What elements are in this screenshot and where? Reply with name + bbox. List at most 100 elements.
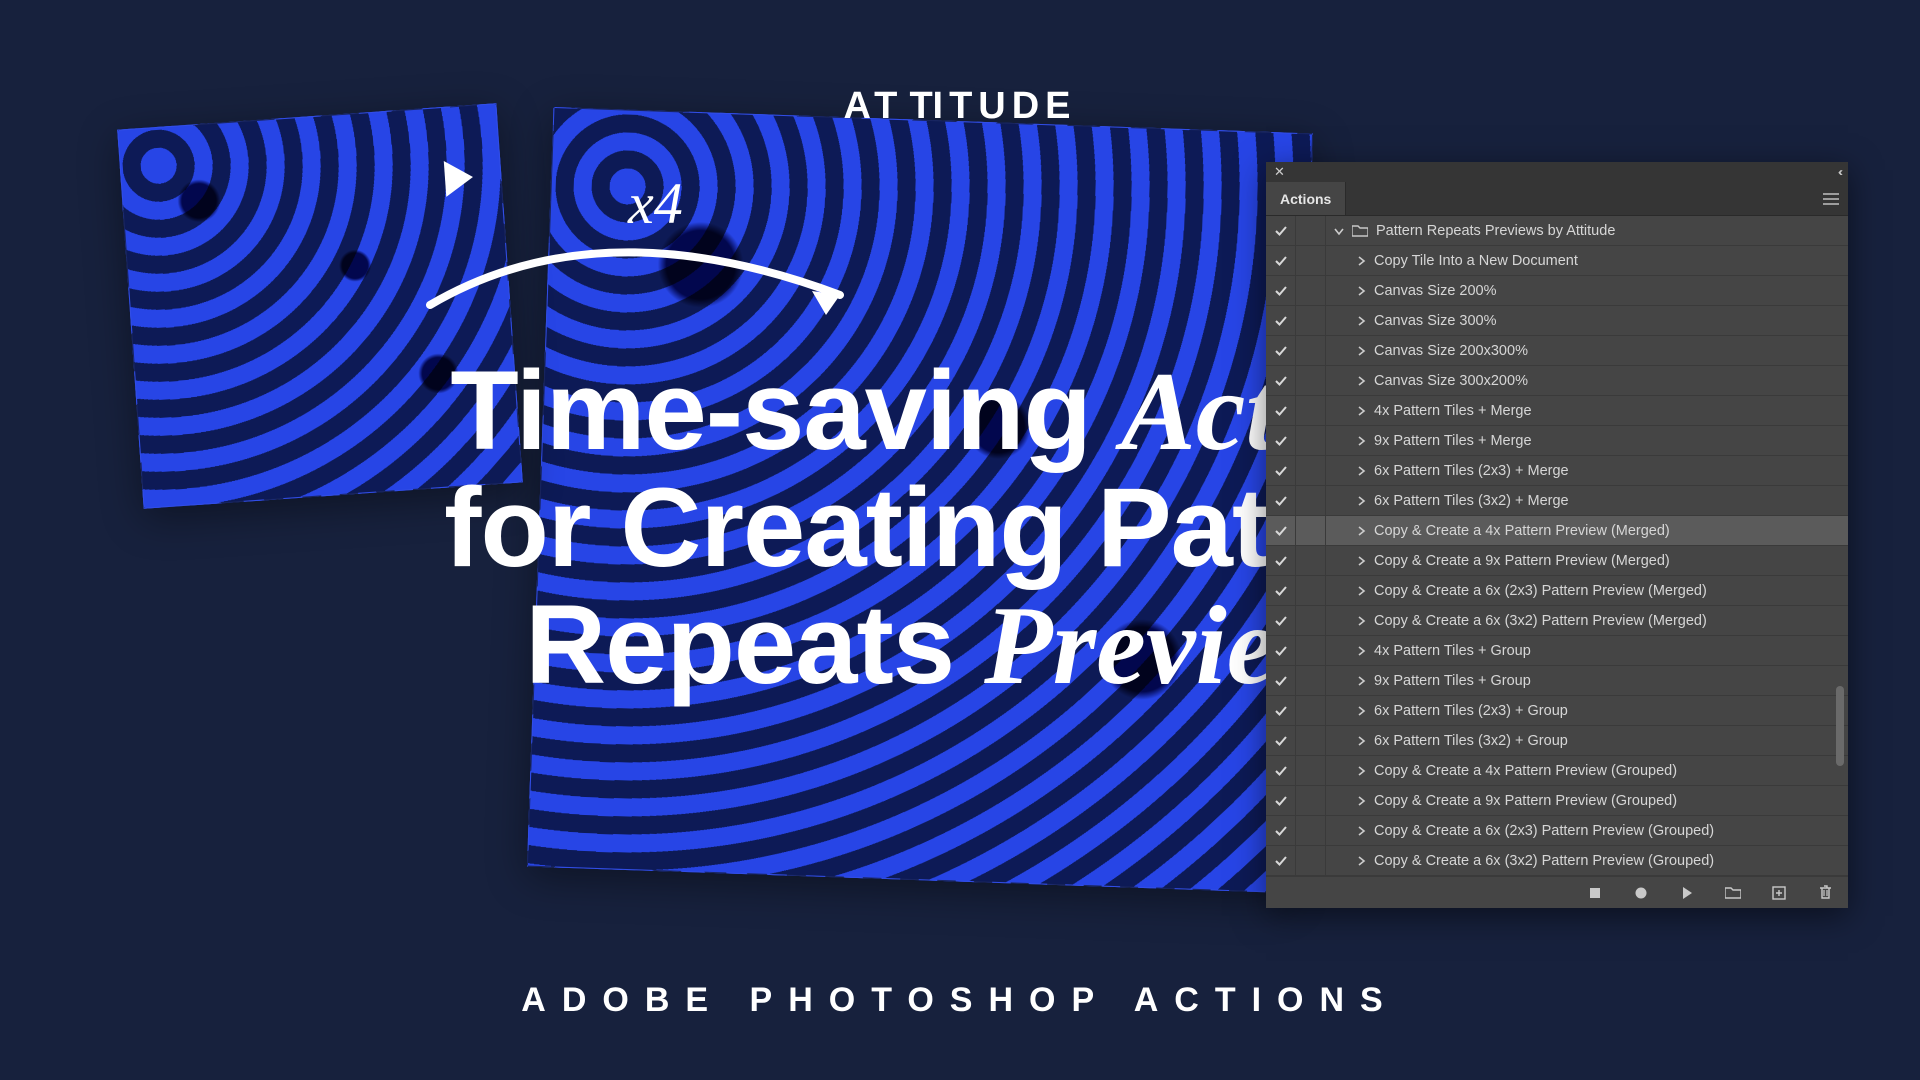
toggle-dialog[interactable]	[1296, 486, 1326, 515]
toggle-check[interactable]	[1266, 846, 1296, 875]
toggle-dialog[interactable]	[1296, 846, 1326, 875]
toggle-dialog[interactable]	[1296, 366, 1326, 395]
chevron-right-icon[interactable]	[1354, 316, 1368, 326]
chevron-right-icon[interactable]	[1354, 406, 1368, 416]
toggle-check[interactable]	[1266, 576, 1296, 605]
chevron-right-icon[interactable]	[1354, 826, 1368, 836]
toggle-dialog[interactable]	[1296, 756, 1326, 785]
chevron-right-icon[interactable]	[1354, 526, 1368, 536]
chevron-right-icon[interactable]	[1354, 586, 1368, 596]
new-action-button[interactable]	[1770, 884, 1788, 902]
toggle-check[interactable]	[1266, 606, 1296, 635]
chevron-right-icon[interactable]	[1354, 256, 1368, 266]
toggle-check[interactable]	[1266, 486, 1296, 515]
toggle-dialog[interactable]	[1296, 426, 1326, 455]
action-row[interactable]: Canvas Size 300%	[1266, 306, 1848, 336]
toggle-check[interactable]	[1266, 276, 1296, 305]
record-button[interactable]	[1632, 884, 1650, 902]
chevron-right-icon[interactable]	[1354, 706, 1368, 716]
toggle-dialog[interactable]	[1296, 546, 1326, 575]
chevron-right-icon[interactable]	[1354, 766, 1368, 776]
toggle-check[interactable]	[1266, 816, 1296, 845]
toggle-check[interactable]	[1266, 246, 1296, 275]
action-row[interactable]: 6x Pattern Tiles (2x3) + Group	[1266, 696, 1848, 726]
new-set-button[interactable]	[1724, 884, 1742, 902]
toggle-dialog[interactable]	[1296, 396, 1326, 425]
chevron-right-icon[interactable]	[1354, 736, 1368, 746]
action-row[interactable]: 6x Pattern Tiles (3x2) + Merge	[1266, 486, 1848, 516]
action-row[interactable]: Copy & Create a 6x (3x2) Pattern Preview…	[1266, 846, 1848, 876]
chevron-right-icon[interactable]	[1354, 646, 1368, 656]
toggle-dialog[interactable]	[1296, 336, 1326, 365]
chevron-right-icon[interactable]	[1354, 496, 1368, 506]
toggle-check[interactable]	[1266, 516, 1296, 545]
panel-titlebar[interactable]: ✕ ‹‹	[1266, 162, 1848, 182]
toggle-check[interactable]	[1266, 786, 1296, 815]
action-set-row[interactable]: Pattern Repeats Previews by Attitude	[1266, 216, 1848, 246]
action-row[interactable]: 6x Pattern Tiles (3x2) + Group	[1266, 726, 1848, 756]
scrollbar-thumb[interactable]	[1836, 686, 1844, 766]
toggle-check[interactable]	[1266, 666, 1296, 695]
toggle-check[interactable]	[1266, 726, 1296, 755]
toggle-dialog[interactable]	[1296, 786, 1326, 815]
toggle-check[interactable]	[1266, 456, 1296, 485]
action-row[interactable]: Copy & Create a 6x (2x3) Pattern Preview…	[1266, 576, 1848, 606]
chevron-right-icon[interactable]	[1354, 466, 1368, 476]
toggle-dialog[interactable]	[1296, 816, 1326, 845]
toggle-dialog[interactable]	[1296, 246, 1326, 275]
action-row[interactable]: Copy & Create a 9x Pattern Preview (Grou…	[1266, 786, 1848, 816]
panel-menu-icon[interactable]	[1814, 182, 1848, 215]
action-row[interactable]: Copy & Create a 6x (2x3) Pattern Preview…	[1266, 816, 1848, 846]
toggle-check[interactable]	[1266, 546, 1296, 575]
chevron-right-icon[interactable]	[1354, 676, 1368, 686]
toggle-dialog[interactable]	[1296, 516, 1326, 545]
toggle-dialog[interactable]	[1296, 606, 1326, 635]
chevron-right-icon[interactable]	[1354, 856, 1368, 866]
chevron-right-icon[interactable]	[1354, 436, 1368, 446]
scrollbar[interactable]	[1836, 216, 1844, 876]
toggle-dialog[interactable]	[1296, 306, 1326, 335]
action-row[interactable]: Copy & Create a 9x Pattern Preview (Merg…	[1266, 546, 1848, 576]
action-row[interactable]: Copy & Create a 4x Pattern Preview (Merg…	[1266, 516, 1848, 546]
stop-button[interactable]	[1586, 884, 1604, 902]
action-row[interactable]: Copy & Create a 6x (3x2) Pattern Preview…	[1266, 606, 1848, 636]
action-row[interactable]: Canvas Size 200%	[1266, 276, 1848, 306]
delete-button[interactable]	[1816, 884, 1834, 902]
action-row[interactable]: Canvas Size 300x200%	[1266, 366, 1848, 396]
play-button[interactable]	[1678, 884, 1696, 902]
toggle-check[interactable]	[1266, 366, 1296, 395]
toggle-check[interactable]	[1266, 696, 1296, 725]
toggle-check[interactable]	[1266, 426, 1296, 455]
toggle-dialog[interactable]	[1296, 216, 1326, 245]
toggle-dialog[interactable]	[1296, 636, 1326, 665]
toggle-check[interactable]	[1266, 216, 1296, 245]
chevron-right-icon[interactable]	[1354, 346, 1368, 356]
toggle-check[interactable]	[1266, 396, 1296, 425]
toggle-check[interactable]	[1266, 336, 1296, 365]
chevron-down-icon[interactable]	[1332, 226, 1346, 236]
action-row[interactable]: 6x Pattern Tiles (2x3) + Merge	[1266, 456, 1848, 486]
action-row[interactable]: 4x Pattern Tiles + Merge	[1266, 396, 1848, 426]
toggle-dialog[interactable]	[1296, 696, 1326, 725]
collapse-icon[interactable]: ‹‹	[1838, 165, 1840, 179]
action-row[interactable]: Canvas Size 200x300%	[1266, 336, 1848, 366]
chevron-right-icon[interactable]	[1354, 556, 1368, 566]
toggle-dialog[interactable]	[1296, 456, 1326, 485]
chevron-right-icon[interactable]	[1354, 796, 1368, 806]
toggle-check[interactable]	[1266, 756, 1296, 785]
action-row[interactable]: 4x Pattern Tiles + Group	[1266, 636, 1848, 666]
tab-actions[interactable]: Actions	[1266, 182, 1346, 215]
chevron-right-icon[interactable]	[1354, 286, 1368, 296]
chevron-right-icon[interactable]	[1354, 376, 1368, 386]
chevron-right-icon[interactable]	[1354, 616, 1368, 626]
toggle-dialog[interactable]	[1296, 276, 1326, 305]
close-icon[interactable]: ✕	[1274, 164, 1285, 180]
action-row[interactable]: 9x Pattern Tiles + Merge	[1266, 426, 1848, 456]
action-row[interactable]: Copy & Create a 4x Pattern Preview (Grou…	[1266, 756, 1848, 786]
toggle-dialog[interactable]	[1296, 726, 1326, 755]
action-row[interactable]: Copy Tile Into a New Document	[1266, 246, 1848, 276]
toggle-dialog[interactable]	[1296, 666, 1326, 695]
action-row[interactable]: 9x Pattern Tiles + Group	[1266, 666, 1848, 696]
toggle-check[interactable]	[1266, 306, 1296, 335]
toggle-check[interactable]	[1266, 636, 1296, 665]
